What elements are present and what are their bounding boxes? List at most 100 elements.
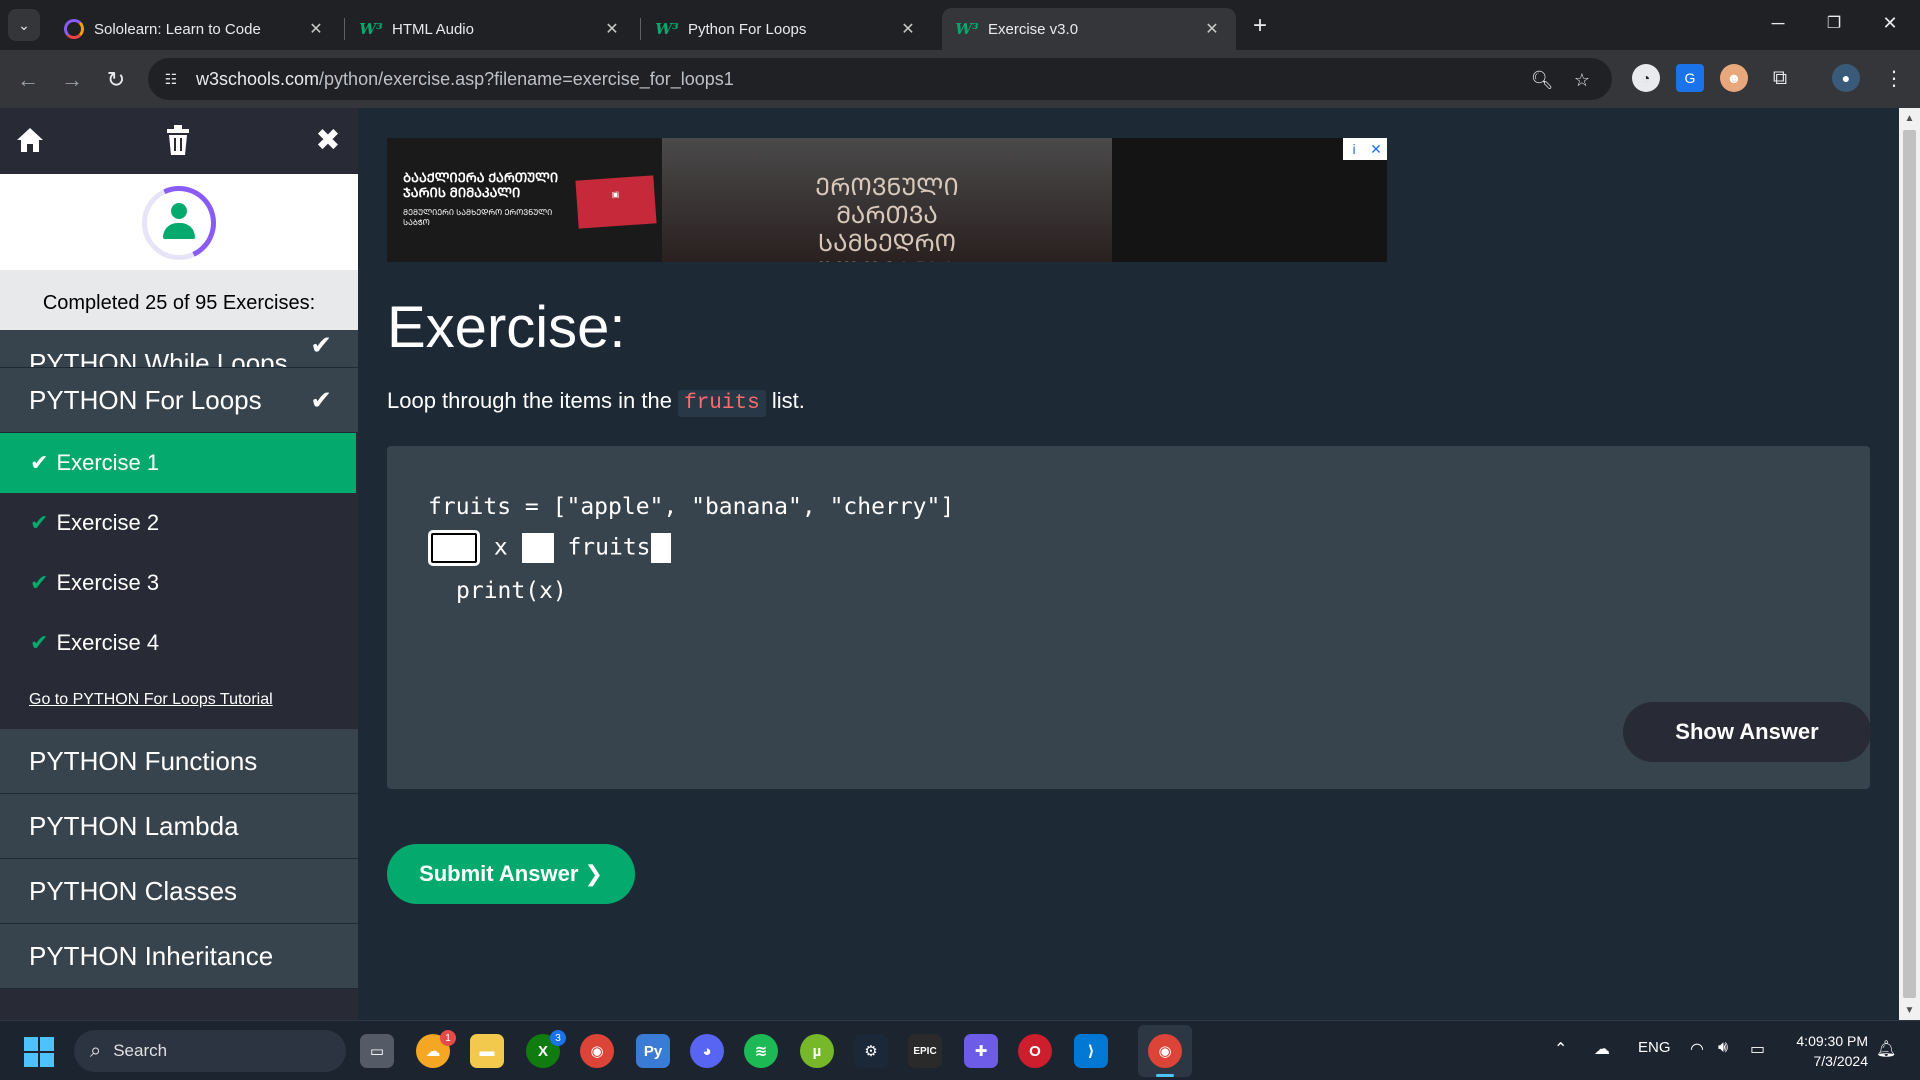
tab-title: Sololearn: Learn to Code — [94, 20, 261, 38]
opera-icon[interactable]: O — [1018, 1034, 1052, 1068]
tab-exercise[interactable]: W³ Exercise v3.0 ✕ — [942, 8, 1236, 50]
sololearn-icon — [64, 19, 84, 39]
sidebar-item-classes[interactable]: PYTHON Classes — [0, 859, 358, 924]
profile-avatar[interactable]: ● — [1832, 64, 1860, 92]
sidebar-list: PYTHON While Loops ✔ PYTHON For Loops ✔ … — [0, 330, 358, 989]
epic-games-icon[interactable]: EPIC — [908, 1034, 942, 1068]
volume-icon[interactable]: 🔊︎ — [1718, 1039, 1728, 1057]
clock[interactable]: 4:09:30 PM 7/3/2024 — [1770, 1031, 1868, 1071]
trash-icon[interactable] — [160, 122, 196, 158]
sidebar-item-label: PYTHON Classes — [29, 875, 238, 906]
minimize-button[interactable]: ─ — [1750, 0, 1806, 46]
scrollbar-thumb[interactable] — [1903, 130, 1916, 998]
exercise-label: Exercise 4 — [56, 630, 160, 655]
extensions-puzzle-icon[interactable]: ⧉ — [1766, 64, 1794, 92]
close-sidebar-icon[interactable]: ✖ — [310, 122, 346, 158]
notification-bell-icon[interactable]: 🔔︎ — [1876, 1039, 1896, 1059]
answer-input-2[interactable] — [521, 533, 554, 563]
zoom-icon[interactable]: 🔍︎ — [1530, 68, 1554, 92]
sidebar-item-label: PYTHON While Loops — [29, 348, 288, 368]
tab-python-for-loops[interactable]: W³ Python For Loops ✕ — [642, 8, 932, 50]
bookmark-star-icon[interactable]: ☆ — [1570, 68, 1594, 92]
close-icon[interactable]: ✕ — [602, 19, 622, 39]
avatar-head — [171, 203, 187, 219]
submit-answer-button[interactable]: Submit Answer ❯ — [387, 844, 635, 904]
browser-menu-icon[interactable]: ⋮ — [1880, 64, 1908, 92]
tab-title: Exercise v3.0 — [988, 20, 1079, 38]
page-scrollbar[interactable]: ▲ ▼ — [1899, 108, 1920, 1020]
code-line-3: print(x) — [456, 578, 567, 604]
vscode-icon[interactable]: ⟩ — [1074, 1034, 1108, 1068]
file-explorer-icon[interactable]: ▬ — [470, 1034, 504, 1068]
sidebar-item-lambda[interactable]: PYTHON Lambda — [0, 794, 358, 859]
google-translate-icon[interactable]: G — [1676, 64, 1704, 92]
battery-icon[interactable]: ▭ — [1750, 1039, 1765, 1059]
url-path: /python/exercise.asp?filename=exercise_f… — [319, 69, 734, 89]
w3schools-icon: W³ — [955, 20, 979, 38]
sidebar-exercise-2[interactable]: ✔ Exercise 2 — [0, 493, 356, 553]
close-icon[interactable]: ✕ — [306, 19, 326, 39]
show-answer-button[interactable]: Show Answer — [1623, 702, 1871, 762]
chrome-icon[interactable]: ◉ — [580, 1034, 614, 1068]
ad-info-icon[interactable]: i — [1343, 138, 1365, 160]
site-info-icon[interactable]: ☷ — [160, 68, 182, 90]
extension-speed-icon[interactable]: ◔ — [1632, 64, 1660, 92]
forward-button[interactable]: → — [56, 64, 88, 96]
taskbar-search[interactable]: ⌕ Search — [74, 1030, 346, 1072]
ad-center-text: ᲔᲠᲝᲕᲜᲣᲚᲘ ᲛᲐᲠᲗᲕᲐ ᲡᲐᲛᲮᲔᲓᲠᲝ ᲨᲚᲝᲕᲐᲜᲑᲐ — [815, 174, 959, 262]
url-text[interactable]: w3schools.com/python/exercise.asp?filena… — [196, 69, 734, 90]
sidebar-exercise-3[interactable]: ✔ Exercise 3 — [0, 553, 356, 613]
ad-banner[interactable]: ᲑᲐᲐᲥᲚᲘᲔᲠᲐ ᲥᲐᲠᲗᲣᲚᲘ ᲯᲐᲠᲘᲡ ᲛᲘᲛᲐᲙᲐᲚᲘ ᲛᲔᲛᲣᲚᲘᲔ… — [387, 138, 1387, 262]
tray-overflow-icon[interactable]: ⌃ — [1554, 1039, 1567, 1059]
task-view-icon[interactable]: ▭ — [360, 1034, 394, 1068]
weather-icon[interactable]: ☁ 1 — [416, 1030, 456, 1068]
sidebar-item-for-loops[interactable]: PYTHON For Loops ✔ — [0, 368, 358, 433]
utorrent-icon[interactable]: µ — [800, 1034, 834, 1068]
code-token: x — [493, 534, 508, 561]
chrome-active-icon[interactable]: ◉ — [1148, 1034, 1182, 1068]
tab-divider — [344, 18, 345, 40]
language-indicator[interactable]: ENG — [1638, 1039, 1671, 1056]
xbox-icon[interactable]: X3 — [526, 1030, 566, 1068]
tab-sololearn[interactable]: Sololearn: Learn to Code ✕ — [50, 8, 340, 50]
sidebar-exercise-4[interactable]: ✔ Exercise 4 — [0, 613, 356, 673]
notification-badge: 3 — [550, 1030, 566, 1046]
clock-date: 7/3/2024 — [1813, 1053, 1869, 1069]
tab-divider — [640, 18, 641, 40]
sidebar-item-while-loops[interactable]: PYTHON While Loops ✔ — [0, 330, 358, 368]
new-tab-button[interactable]: + — [1244, 10, 1276, 42]
restore-button[interactable]: ❐ — [1806, 0, 1862, 46]
sidebar-item-inheritance[interactable]: PYTHON Inheritance — [0, 924, 358, 989]
address-bar[interactable]: ☷ w3schools.com/python/exercise.asp?file… — [148, 58, 1612, 100]
window-close-button[interactable]: ✕ — [1862, 0, 1918, 46]
extension-avatar-icon[interactable]: ☻ — [1720, 64, 1748, 92]
home-icon[interactable] — [12, 122, 48, 158]
tab-search-button[interactable]: ⌄ — [8, 9, 40, 41]
close-icon[interactable]: ✕ — [898, 19, 918, 39]
onedrive-icon[interactable]: ☁ — [1594, 1039, 1610, 1059]
scroll-up-icon[interactable]: ▲ — [1899, 108, 1920, 128]
back-button[interactable]: ← — [12, 64, 44, 96]
wifi-icon[interactable]: ◠ — [1690, 1039, 1704, 1059]
sidebar-item-functions[interactable]: PYTHON Functions — [0, 729, 358, 794]
spotify-icon[interactable]: ≋ — [744, 1034, 778, 1068]
discord-icon[interactable]: ◕ — [690, 1034, 724, 1068]
scroll-down-icon[interactable]: ▼ — [1899, 1000, 1920, 1020]
windows-start-icon[interactable] — [24, 1037, 54, 1067]
steam-icon[interactable]: ⚙ — [854, 1034, 888, 1068]
answer-input-1[interactable] — [428, 530, 480, 566]
ad-close-icon[interactable]: ✕ — [1365, 138, 1387, 160]
url-host: w3schools.com — [196, 69, 320, 89]
reload-button[interactable]: ↻ — [100, 64, 132, 96]
tutorial-link[interactable]: Go to PYTHON For Loops Tutorial — [0, 673, 356, 729]
close-icon[interactable]: ✕ — [1202, 19, 1222, 39]
sidebar-exercise-1[interactable]: ✔ Exercise 1 — [0, 433, 356, 493]
answer-input-3[interactable] — [650, 533, 671, 563]
tab-html-audio[interactable]: W³ HTML Audio ✕ — [346, 8, 636, 50]
gamepad-icon[interactable]: ✚ — [964, 1034, 998, 1068]
sidebar-header: ✖ — [0, 108, 358, 174]
python-icon[interactable]: Py — [636, 1034, 670, 1068]
check-icon: ✔ — [30, 570, 49, 595]
ad-image: ᲔᲠᲝᲕᲜᲣᲚᲘ ᲛᲐᲠᲗᲕᲐ ᲡᲐᲛᲮᲔᲓᲠᲝ ᲨᲚᲝᲕᲐᲜᲑᲐ — [662, 138, 1112, 262]
tab-bar: ⌄ Sololearn: Learn to Code ✕ W³ HTML Aud… — [0, 0, 1920, 50]
